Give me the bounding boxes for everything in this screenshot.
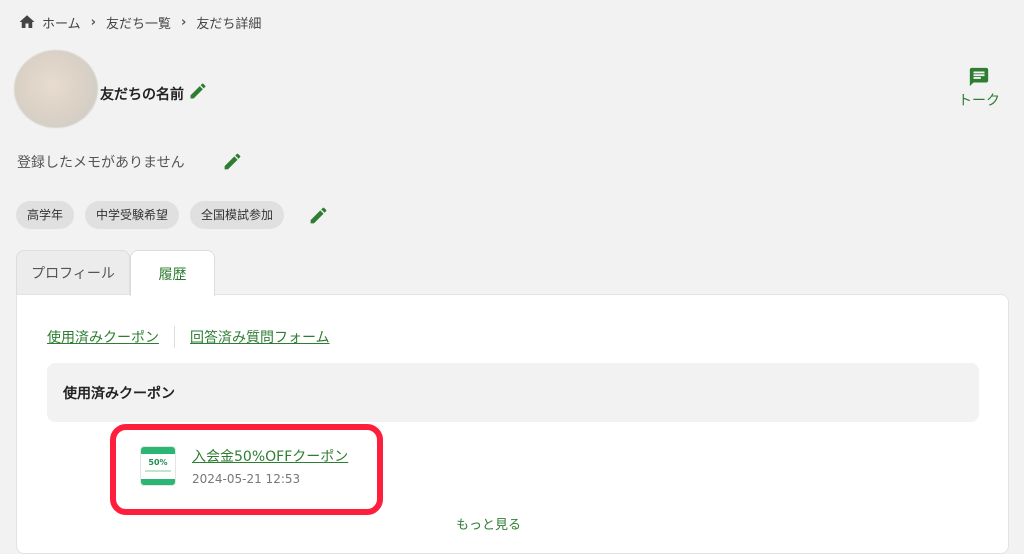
coupon-date: 2024-05-21 12:53 [192,472,301,486]
show-more-link[interactable]: もっと見る [456,514,521,533]
edit-name-pencil-icon[interactable] [188,81,208,101]
history-sublinks: 使用済みクーポン 回答済み質問フォーム [47,326,330,348]
edit-memo-pencil-icon[interactable] [222,151,243,172]
used-coupons-link[interactable]: 使用済みクーポン [47,327,159,347]
edit-tags-pencil-icon[interactable] [308,205,329,226]
breadcrumb-home-link[interactable]: ホーム [42,13,81,32]
talk-button[interactable]: トーク [955,66,1003,110]
section-title: 使用済みクーポン [47,363,979,422]
home-icon[interactable] [18,13,36,31]
tag-chip: 中学受験希望 [85,201,180,229]
friend-name: 友だちの名前 [100,87,184,103]
coupon-thumbnail: 50% [140,446,176,486]
tab-history[interactable]: 履歴 [130,250,215,296]
breadcrumb-current: 友だち詳細 [196,16,262,32]
tag-chip: 高学年 [16,201,75,229]
breadcrumb: ホーム › 友だち一覧 › 友だち詳細 [18,12,261,32]
chat-icon [969,67,989,87]
talk-label: トーク [958,93,1000,109]
coupon-thumb-text: 50% [148,458,168,467]
divider [174,326,175,348]
coupon-title-link[interactable]: 入会金50%OFFクーポン [192,446,348,466]
chevron-right-icon: › [90,14,96,30]
tag-list: 高学年 中学受験希望 全国模試参加 [16,201,329,229]
answered-forms-link[interactable]: 回答済み質問フォーム [190,327,330,347]
tag-chip: 全国模試参加 [190,201,285,229]
avatar [14,50,98,128]
coupon-item: 50% 入会金50%OFFクーポン 2024-05-21 12:53 [140,446,348,486]
memo-text: 登録したメモがありません [17,155,185,171]
breadcrumb-friends-list-link[interactable]: 友だち一覧 [106,13,171,32]
chevron-right-icon: › [181,14,187,30]
tab-profile[interactable]: プロフィール [16,250,130,294]
coupon-info: 入会金50%OFFクーポン 2024-05-21 12:53 [192,446,348,486]
